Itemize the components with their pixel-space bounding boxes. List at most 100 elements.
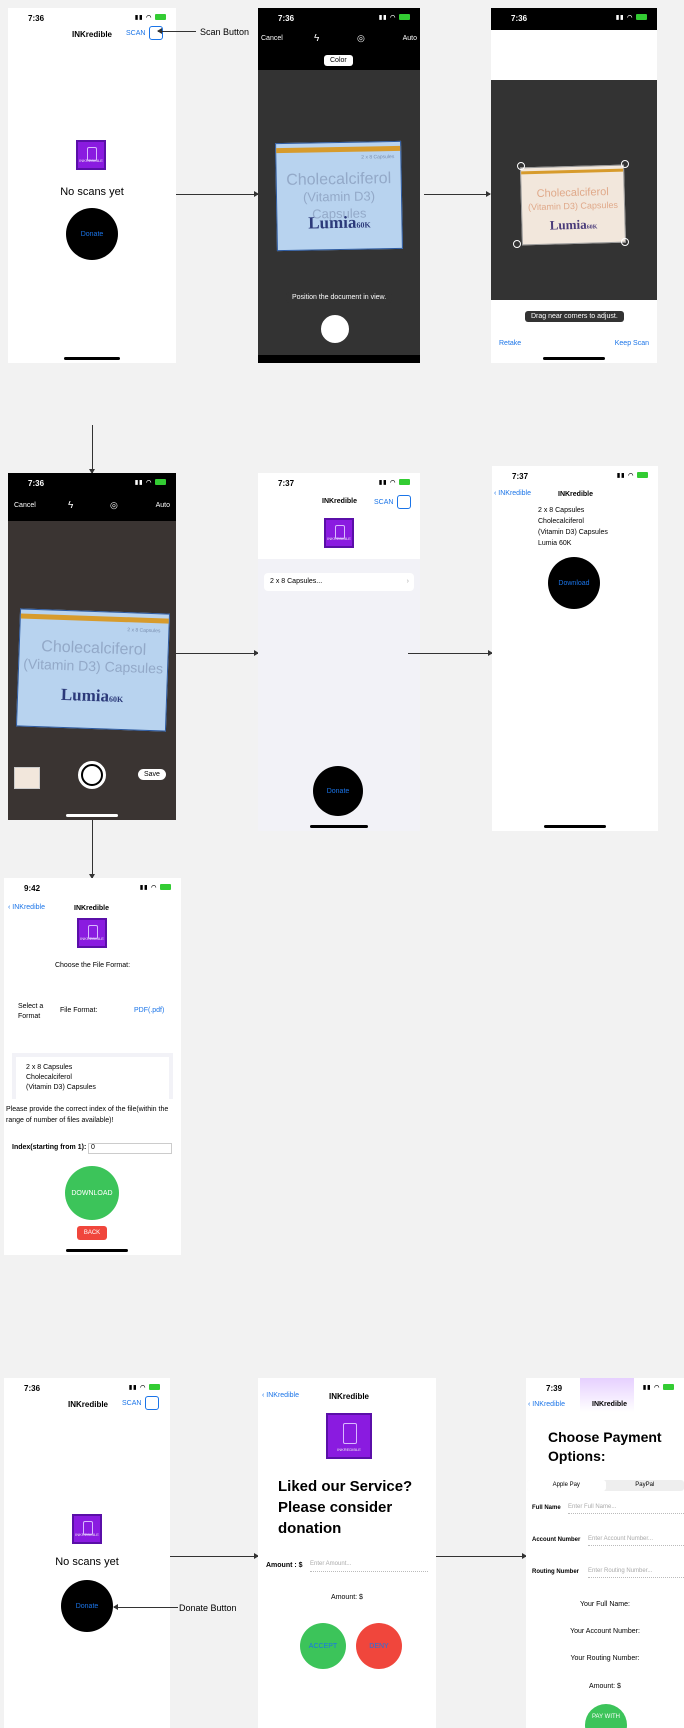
home-indicator — [66, 1249, 128, 1252]
download-button[interactable]: DOWNLOAD — [65, 1166, 119, 1220]
box-text-2: (Vitamin D3) Capsules — [527, 199, 619, 213]
scan-text-line: (Vitamin D3) Capsules — [538, 529, 608, 536]
keep-scan-button[interactable]: Keep Scan — [615, 340, 649, 347]
deny-button[interactable]: DENY — [356, 1623, 402, 1669]
status-bar: 7:36 ▮▮ ◠ — [4, 1382, 170, 1396]
donate-button[interactable]: Donate — [313, 766, 363, 816]
shutter-button[interactable] — [321, 315, 349, 343]
annotation-donate-button: Donate Button — [179, 1603, 237, 1613]
crop-corner-bl[interactable] — [513, 240, 521, 248]
choose-format-label: Choose the File Format: — [54, 962, 131, 969]
box-stripe — [20, 613, 169, 624]
back-label: INKredible — [498, 490, 531, 497]
donation-headline: Liked our Service? Please consider donat… — [278, 1478, 413, 1537]
screen-scan-detail: 7:37 ▮▮ ◠ ‹ INKredible INKredible 2 x 8 C… — [492, 466, 658, 831]
status-icons: ▮▮ ◠ — [135, 479, 166, 486]
shutter-button[interactable] — [78, 761, 106, 789]
account-number-label: Account Number — [532, 1537, 581, 1543]
filter-icon[interactable]: ◎ — [110, 500, 118, 511]
save-button[interactable]: Save — [138, 769, 166, 780]
screen-export: 9:42 ▮▮ ◠ ‹ INKredible INKredible INKREDI… — [4, 878, 181, 1255]
status-time: 7:39 — [546, 1384, 563, 1393]
empty-state-text: No scans yet — [60, 186, 124, 198]
back-button[interactable]: ‹ INKredible — [528, 1401, 565, 1408]
accept-button[interactable]: ACCEPT — [300, 1623, 346, 1669]
app-logo-text: INKREDIBLE — [79, 158, 103, 163]
full-name-input[interactable]: Enter Full Name... — [568, 1504, 684, 1514]
status-icons: ▮▮ ◠ — [135, 14, 166, 21]
format-picker[interactable]: PDF(.pdf) — [134, 1007, 164, 1014]
back-button[interactable]: ‹ INKredible — [8, 904, 45, 911]
camera-viewfinder: 2 x 8 Capsules Cholecalciferol (Vitamin … — [258, 70, 420, 355]
scan-thumbnail[interactable] — [14, 767, 40, 789]
status-bar: 7:37 ▮▮ ◠ — [258, 477, 420, 491]
flow-arrow-4 — [89, 820, 95, 879]
status-time: 7:37 — [512, 472, 529, 481]
filter-icon[interactable]: ◎ — [357, 33, 365, 44]
download-label: DOWNLOAD — [71, 1189, 113, 1197]
tab-apple-pay[interactable]: Apple Pay — [527, 1480, 606, 1491]
auto-button[interactable]: Auto — [403, 35, 417, 42]
select-format-label: Select a Format — [18, 1003, 44, 1020]
back-label: INKredible — [12, 904, 45, 911]
back-button[interactable]: ‹ INKredible — [262, 1392, 299, 1399]
status-icons: ▮▮ ◠ — [616, 14, 647, 21]
cancel-button[interactable]: Cancel — [261, 35, 283, 42]
flow-arrow-5 — [176, 650, 259, 656]
status-icons: ▮▮ ◠ — [140, 884, 171, 891]
home-indicator — [64, 357, 120, 360]
your-routing-number: Your Routing Number: — [570, 1655, 640, 1662]
status-icons: ▮▮ ◠ — [617, 472, 648, 479]
index-note: Please provide the correct index of the … — [6, 1106, 169, 1124]
tab-paypal[interactable]: PayPal — [606, 1480, 684, 1491]
index-input[interactable]: 0 — [88, 1143, 172, 1154]
scan-button[interactable]: SCAN — [122, 1396, 160, 1410]
status-time: 7:36 — [24, 1384, 41, 1393]
flash-icon[interactable]: ϟ — [314, 33, 319, 44]
home-indicator — [310, 825, 368, 828]
download-button[interactable]: Download — [548, 557, 600, 609]
position-hint: Position the document in view. — [286, 292, 393, 303]
auto-button[interactable]: Auto — [156, 502, 170, 509]
list-item-label: 2 x 8 Capsules... — [270, 578, 323, 585]
routing-number-input[interactable]: Enter Routing Number... — [588, 1568, 684, 1578]
back-button-red[interactable]: BACK — [77, 1226, 107, 1240]
crop-corner-br[interactable] — [621, 238, 629, 246]
crop-corner-tl[interactable] — [517, 162, 525, 170]
scan-button[interactable]: SCAN — [374, 495, 412, 509]
pay-label: PAY WITH — [591, 1714, 620, 1720]
payment-heading: Choose Payment Options: — [548, 1429, 662, 1464]
app-logo-text: INKREDIBLE — [327, 536, 351, 541]
app-logo-text: INKREDIBLE — [75, 1532, 99, 1537]
amount-input[interactable]: Enter Amount... — [310, 1561, 428, 1572]
nav-title: INKredible — [592, 1401, 628, 1408]
status-icons: ▮▮ ◠ — [379, 14, 410, 21]
donate-button[interactable]: Donate — [61, 1580, 113, 1632]
annotation-arrow-donate — [113, 1604, 178, 1610]
payment-segmented: Apple Pay PayPal — [527, 1480, 684, 1491]
pay-button[interactable]: PAY WITH — [585, 1704, 627, 1728]
routing-number-label: Routing Number — [532, 1569, 579, 1575]
amount-label: Amount : $ — [266, 1562, 303, 1569]
back-button[interactable]: ‹ INKredible — [494, 490, 531, 497]
crop-corner-tr[interactable] — [621, 160, 629, 168]
app-logo-text: INKREDIBLE — [80, 936, 104, 941]
status-time: 9:42 — [24, 884, 41, 893]
annotation-scan-button: Scan Button — [200, 27, 250, 37]
screen-home-donate: 7:36 ▮▮ ◠ INKredible SCAN INKREDIBLE No s… — [4, 1378, 170, 1728]
full-name-label: Full Name — [532, 1505, 561, 1511]
list-item[interactable]: 2 x 8 Capsules... › — [264, 573, 414, 591]
status-bar: 7:36 ▮▮ ◠ — [491, 12, 657, 26]
file-format-label: File Format: — [60, 1007, 98, 1014]
color-mode-button[interactable]: Color — [324, 55, 353, 66]
app-logo-text: INKREDIBLE — [337, 1447, 361, 1452]
cancel-button[interactable]: Cancel — [14, 502, 36, 509]
donate-button[interactable]: Donate — [66, 208, 118, 260]
status-time: 7:36 — [511, 14, 528, 23]
box-stripe — [521, 168, 624, 175]
flash-icon[interactable]: ϟ — [68, 500, 73, 511]
retake-button[interactable]: Retake — [499, 340, 521, 347]
box-small-label: 2 x 8 Capsules — [127, 627, 161, 635]
account-number-input[interactable]: Enter Account Number... — [588, 1536, 684, 1546]
preview-box: 2 x 8 Capsules Cholecalciferol (Vitamin … — [12, 1053, 173, 1099]
